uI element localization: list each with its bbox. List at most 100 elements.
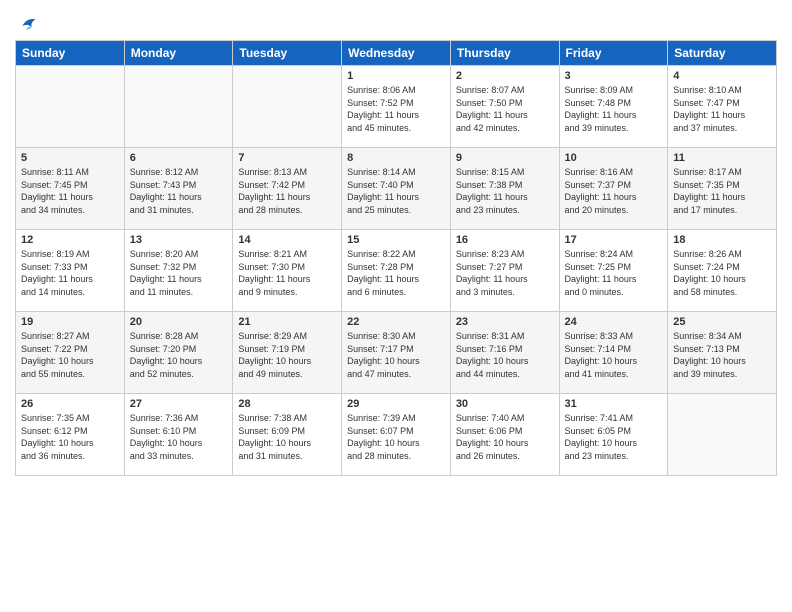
day-info: Sunrise: 8:30 AM Sunset: 7:17 PM Dayligh…	[347, 330, 445, 380]
day-info: Sunrise: 8:15 AM Sunset: 7:38 PM Dayligh…	[456, 166, 554, 216]
day-info: Sunrise: 7:39 AM Sunset: 6:07 PM Dayligh…	[347, 412, 445, 462]
logo-bird-icon	[17, 14, 37, 34]
day-info: Sunrise: 8:22 AM Sunset: 7:28 PM Dayligh…	[347, 248, 445, 298]
day-number: 18	[673, 234, 771, 246]
day-number: 22	[347, 316, 445, 328]
day-number: 11	[673, 152, 771, 164]
day-number: 7	[238, 152, 336, 164]
day-info: Sunrise: 8:12 AM Sunset: 7:43 PM Dayligh…	[130, 166, 228, 216]
calendar-cell: 20Sunrise: 8:28 AM Sunset: 7:20 PM Dayli…	[124, 312, 233, 394]
day-number: 4	[673, 70, 771, 82]
day-info: Sunrise: 7:41 AM Sunset: 6:05 PM Dayligh…	[565, 412, 663, 462]
weekday-header-sunday: Sunday	[16, 41, 125, 66]
day-number: 1	[347, 70, 445, 82]
calendar-cell: 30 Sunrise: 7:40 AM Sunset: 6:06 PM Dayli…	[450, 394, 559, 476]
calendar-cell: 7 Sunrise: 8:13 AM Sunset: 7:42 PM Daylig…	[233, 148, 342, 230]
calendar-cell: 21Sunrise: 8:29 AM Sunset: 7:19 PM Dayli…	[233, 312, 342, 394]
day-number: 8	[347, 152, 445, 164]
calendar-cell: 25Sunrise: 8:34 AM Sunset: 7:13 PM Dayli…	[668, 312, 777, 394]
weekday-header-row: SundayMondayTuesdayWednesdayThursdayFrid…	[16, 41, 777, 66]
calendar-cell: 10 Sunrise: 8:16 AM Sunset: 7:37 PM Dayli…	[559, 148, 668, 230]
calendar-cell: 18 Sunrise: 8:26 AM Sunset: 7:24 PM Dayli…	[668, 230, 777, 312]
day-info: Sunrise: 7:36 AM Sunset: 6:10 PM Dayligh…	[130, 412, 228, 462]
day-number: 9	[456, 152, 554, 164]
calendar-cell: 17 Sunrise: 8:24 AM Sunset: 7:25 PM Dayli…	[559, 230, 668, 312]
day-info: Sunrise: 8:14 AM Sunset: 7:40 PM Dayligh…	[347, 166, 445, 216]
day-number: 10	[565, 152, 663, 164]
calendar-cell	[16, 66, 125, 148]
calendar-cell: 15 Sunrise: 8:22 AM Sunset: 7:28 PM Dayli…	[342, 230, 451, 312]
day-info: Sunrise: 8:27 AM Sunset: 7:22 PM Dayligh…	[21, 330, 119, 380]
day-info: Sunrise: 8:19 AM Sunset: 7:33 PM Dayligh…	[21, 248, 119, 298]
week-row-1: 5Sunrise: 8:11 AM Sunset: 7:45 PM Daylig…	[16, 148, 777, 230]
calendar-table: SundayMondayTuesdayWednesdayThursdayFrid…	[15, 40, 777, 476]
day-info: Sunrise: 8:07 AM Sunset: 7:50 PM Dayligh…	[456, 84, 554, 134]
day-info: Sunrise: 8:20 AM Sunset: 7:32 PM Dayligh…	[130, 248, 228, 298]
day-number: 24	[565, 316, 663, 328]
calendar-cell: 29 Sunrise: 7:39 AM Sunset: 6:07 PM Dayli…	[342, 394, 451, 476]
weekday-header-wednesday: Wednesday	[342, 41, 451, 66]
calendar-cell: 2 Sunrise: 8:07 AM Sunset: 7:50 PM Daylig…	[450, 66, 559, 148]
day-number: 12	[21, 234, 119, 246]
day-number: 27	[130, 398, 228, 410]
logo	[15, 14, 37, 34]
weekday-header-saturday: Saturday	[668, 41, 777, 66]
week-row-3: 19 Sunrise: 8:27 AM Sunset: 7:22 PM Dayli…	[16, 312, 777, 394]
day-info: Sunrise: 8:16 AM Sunset: 7:37 PM Dayligh…	[565, 166, 663, 216]
calendar-cell: 8 Sunrise: 8:14 AM Sunset: 7:40 PM Daylig…	[342, 148, 451, 230]
day-info: Sunrise: 8:24 AM Sunset: 7:25 PM Dayligh…	[565, 248, 663, 298]
calendar-cell: 22 Sunrise: 8:30 AM Sunset: 7:17 PM Dayli…	[342, 312, 451, 394]
day-info: Sunrise: 8:11 AM Sunset: 7:45 PM Dayligh…	[21, 166, 119, 216]
calendar-cell: 9 Sunrise: 8:15 AM Sunset: 7:38 PM Daylig…	[450, 148, 559, 230]
day-number: 19	[21, 316, 119, 328]
day-info: Sunrise: 8:10 AM Sunset: 7:47 PM Dayligh…	[673, 84, 771, 134]
day-number: 17	[565, 234, 663, 246]
day-number: 29	[347, 398, 445, 410]
day-number: 30	[456, 398, 554, 410]
calendar-cell: 19 Sunrise: 8:27 AM Sunset: 7:22 PM Dayli…	[16, 312, 125, 394]
calendar-cell: 31 Sunrise: 7:41 AM Sunset: 6:05 PM Dayli…	[559, 394, 668, 476]
day-number: 21	[238, 316, 336, 328]
day-number: 15	[347, 234, 445, 246]
day-number: 6	[130, 152, 228, 164]
calendar-cell	[124, 66, 233, 148]
day-info: Sunrise: 8:33 AM Sunset: 7:14 PM Dayligh…	[565, 330, 663, 380]
week-row-0: 1Sunrise: 8:06 AM Sunset: 7:52 PM Daylig…	[16, 66, 777, 148]
calendar-cell: 13 Sunrise: 8:20 AM Sunset: 7:32 PM Dayli…	[124, 230, 233, 312]
day-number: 25	[673, 316, 771, 328]
day-info: Sunrise: 7:40 AM Sunset: 6:06 PM Dayligh…	[456, 412, 554, 462]
day-number: 26	[21, 398, 119, 410]
week-row-4: 26 Sunrise: 7:35 AM Sunset: 6:12 PM Dayli…	[16, 394, 777, 476]
day-info: Sunrise: 8:09 AM Sunset: 7:48 PM Dayligh…	[565, 84, 663, 134]
page-container: SundayMondayTuesdayWednesdayThursdayFrid…	[0, 0, 792, 486]
calendar-cell: 1Sunrise: 8:06 AM Sunset: 7:52 PM Daylig…	[342, 66, 451, 148]
weekday-header-thursday: Thursday	[450, 41, 559, 66]
calendar-cell: 24 Sunrise: 8:33 AM Sunset: 7:14 PM Dayli…	[559, 312, 668, 394]
day-info: Sunrise: 8:13 AM Sunset: 7:42 PM Dayligh…	[238, 166, 336, 216]
week-row-2: 12 Sunrise: 8:19 AM Sunset: 7:33 PM Dayli…	[16, 230, 777, 312]
day-info: Sunrise: 8:21 AM Sunset: 7:30 PM Dayligh…	[238, 248, 336, 298]
calendar-cell: 4 Sunrise: 8:10 AM Sunset: 7:47 PM Daylig…	[668, 66, 777, 148]
calendar-cell	[668, 394, 777, 476]
calendar-cell: 23Sunrise: 8:31 AM Sunset: 7:16 PM Dayli…	[450, 312, 559, 394]
day-number: 20	[130, 316, 228, 328]
day-number: 16	[456, 234, 554, 246]
calendar-cell: 5Sunrise: 8:11 AM Sunset: 7:45 PM Daylig…	[16, 148, 125, 230]
day-info: Sunrise: 8:31 AM Sunset: 7:16 PM Dayligh…	[456, 330, 554, 380]
calendar-cell: 28Sunrise: 7:38 AM Sunset: 6:09 PM Dayli…	[233, 394, 342, 476]
header-area	[15, 10, 777, 34]
weekday-header-tuesday: Tuesday	[233, 41, 342, 66]
calendar-cell: 14 Sunrise: 8:21 AM Sunset: 7:30 PM Dayli…	[233, 230, 342, 312]
calendar-cell: 6 Sunrise: 8:12 AM Sunset: 7:43 PM Daylig…	[124, 148, 233, 230]
day-number: 13	[130, 234, 228, 246]
calendar-cell: 26 Sunrise: 7:35 AM Sunset: 6:12 PM Dayli…	[16, 394, 125, 476]
day-number: 2	[456, 70, 554, 82]
day-number: 14	[238, 234, 336, 246]
day-number: 28	[238, 398, 336, 410]
calendar-cell: 11 Sunrise: 8:17 AM Sunset: 7:35 PM Dayli…	[668, 148, 777, 230]
day-info: Sunrise: 8:17 AM Sunset: 7:35 PM Dayligh…	[673, 166, 771, 216]
day-info: Sunrise: 8:26 AM Sunset: 7:24 PM Dayligh…	[673, 248, 771, 298]
day-number: 31	[565, 398, 663, 410]
day-info: Sunrise: 7:35 AM Sunset: 6:12 PM Dayligh…	[21, 412, 119, 462]
calendar-cell	[233, 66, 342, 148]
